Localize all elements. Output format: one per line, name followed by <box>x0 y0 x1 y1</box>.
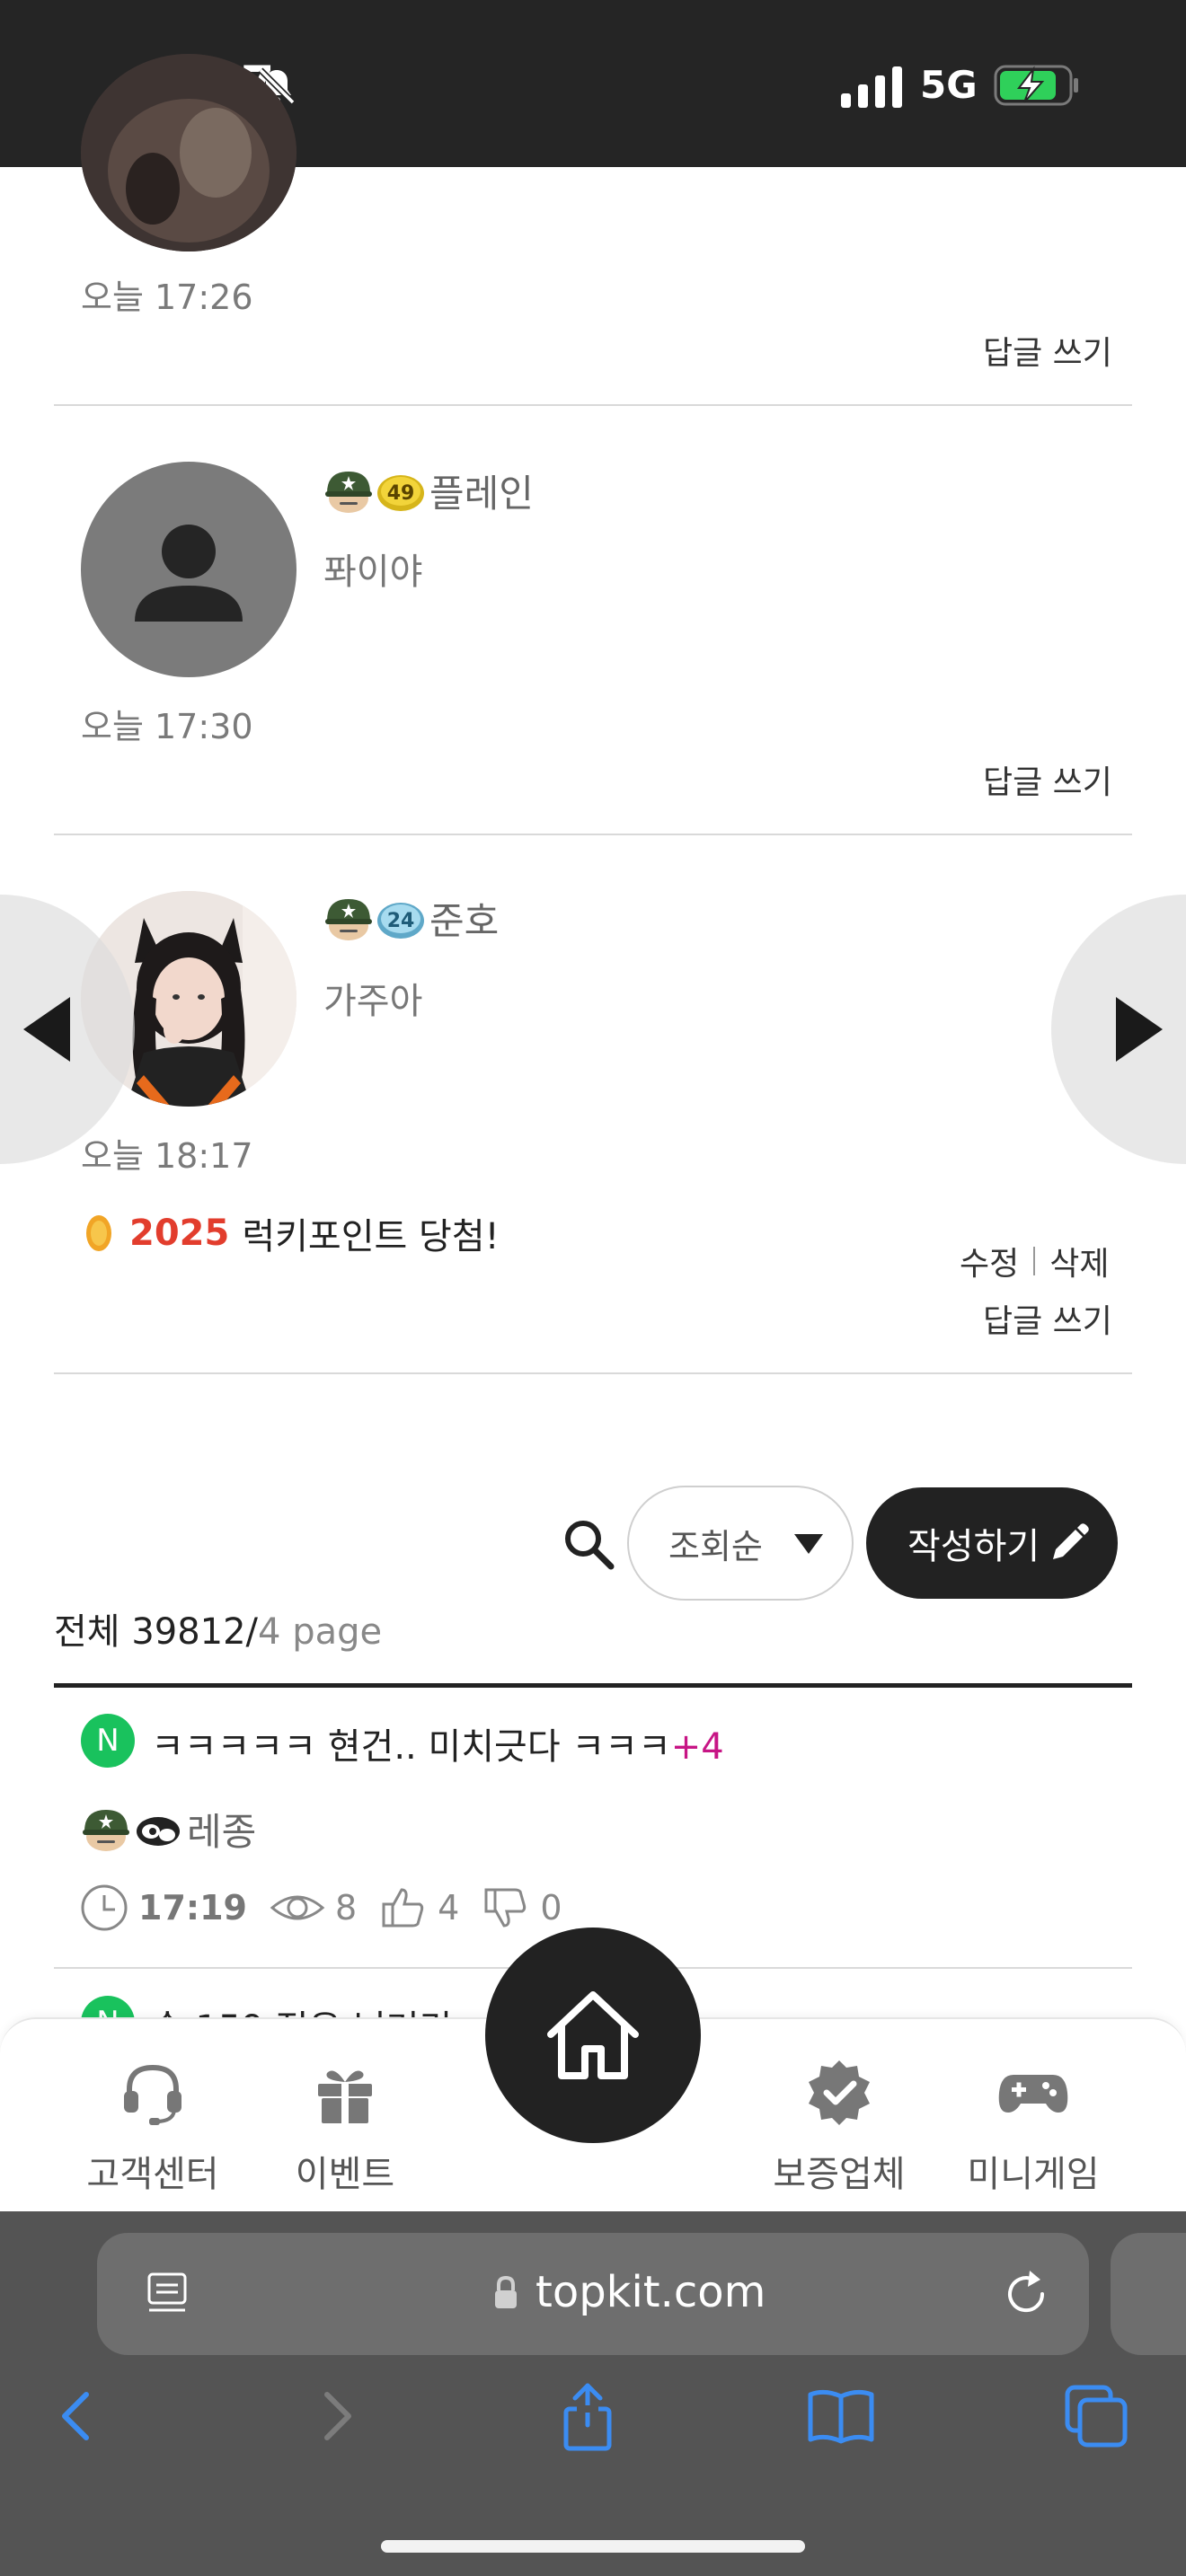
url-field[interactable]: topkit.com <box>97 2233 1089 2355</box>
level-badge-icon: 24 <box>377 902 424 939</box>
post-dislikes: 0 <box>481 1883 562 1933</box>
headset-icon <box>124 2064 181 2125</box>
lucky-text: 럭키포인트 당첨! <box>242 1216 500 1257</box>
coin-icon <box>86 1215 111 1251</box>
lucky-point-notice: 2025 럭키포인트 당첨! <box>83 1207 500 1259</box>
tab-minigame[interactable]: 미니게임 <box>952 2057 1114 2197</box>
browser-toolbar: topkit.com <box>0 2211 1186 2576</box>
edit-button[interactable]: 수정 <box>960 1238 1019 1284</box>
url-value: topkit.com <box>535 2267 766 2317</box>
reply-button[interactable]: 답글 쓰기 <box>983 327 1112 374</box>
reader-mode-icon[interactable] <box>144 2269 194 2319</box>
post-author: 레종 <box>81 1802 256 1857</box>
commenter-avatar <box>81 54 296 251</box>
page-label: 4 page <box>258 1611 383 1653</box>
back-icon[interactable] <box>38 2378 113 2454</box>
tab-event[interactable]: 이벤트 <box>264 2057 426 2197</box>
caret-down-icon <box>794 1534 823 1554</box>
sort-select[interactable]: 조회순 <box>627 1486 854 1601</box>
comment-time: 오늘 18:17 <box>81 1136 253 1176</box>
tab-label: 미니게임 <box>967 2154 1100 2195</box>
username[interactable]: 플레인 <box>429 463 534 518</box>
home-button[interactable] <box>485 1928 701 2143</box>
gamepad-icon <box>998 2075 1068 2113</box>
post-dislikes-value: 0 <box>540 1888 562 1928</box>
battery-charging-icon <box>994 65 1078 106</box>
army-helmet-icon <box>325 471 372 513</box>
svg-text:24: 24 <box>387 910 415 932</box>
svg-text:49: 49 <box>387 482 415 505</box>
level-badge-icon <box>137 1816 180 1846</box>
post-title-text[interactable]: ㅋㅋㅋㅋㅋ 현건.. 미치긋다 ㅋㅋㅋ <box>151 1726 671 1768</box>
tabs-icon[interactable] <box>1058 2378 1134 2454</box>
total-count: 전체 39812/4 page <box>54 1602 382 1654</box>
post-time: 17:19 <box>79 1883 247 1933</box>
gift-icon <box>318 2070 372 2123</box>
divider <box>54 404 1132 406</box>
bookmarks-icon[interactable] <box>803 2378 879 2454</box>
comment-time: 오늘 17:26 <box>81 278 253 317</box>
army-helmet-icon <box>325 898 372 940</box>
url-text[interactable]: topkit.com <box>492 2267 766 2317</box>
triangle-right-icon <box>1116 997 1163 1062</box>
comment-text: 퐈이야 <box>323 551 423 593</box>
comment-count: +4 <box>670 1726 724 1768</box>
post-title[interactable]: ㅋㅋㅋㅋㅋ 현건.. 미치긋다 ㅋㅋㅋ+4 <box>151 1717 724 1769</box>
thumbs-down-icon <box>484 1888 527 1928</box>
home-icon <box>547 1991 639 2079</box>
post-meta: 17:19 8 4 0 <box>79 1883 584 1933</box>
next-button[interactable] <box>1051 895 1186 1164</box>
triangle-left-icon <box>23 997 70 1062</box>
share-icon[interactable] <box>550 2378 625 2454</box>
search-icon[interactable] <box>561 1516 616 1572</box>
lock-icon <box>495 2275 517 2308</box>
eye-icon <box>270 1895 325 1920</box>
reload-icon[interactable] <box>997 2265 1055 2323</box>
separator <box>1033 1247 1036 1275</box>
write-button[interactable]: 작성하기 <box>866 1487 1118 1599</box>
username[interactable]: 레종 <box>187 1802 256 1857</box>
tab-label: 보증업체 <box>773 2154 906 2195</box>
signal-icon <box>841 66 902 108</box>
new-badge: N <box>81 1714 135 1768</box>
lucky-year: 2025 <box>129 1213 230 1254</box>
sort-select-label: 조회순 <box>668 1526 763 1566</box>
verified-badge-icon <box>809 2060 870 2125</box>
army-helmet-icon <box>83 1809 129 1851</box>
divider <box>54 834 1132 835</box>
network-label: 5G <box>920 63 978 107</box>
tab-label: 이벤트 <box>295 2154 395 2195</box>
write-button-label: 작성하기 <box>907 1526 1040 1567</box>
post-time-value: 17:19 <box>138 1888 247 1928</box>
clock-icon <box>81 1884 128 1931</box>
level-badge-icon: 49 <box>377 474 424 511</box>
comment-time: 오늘 17:30 <box>81 707 253 746</box>
post-views: 8 <box>269 1883 357 1933</box>
reply-button[interactable]: 답글 쓰기 <box>983 1295 1112 1342</box>
forward-icon[interactable] <box>300 2378 376 2454</box>
username[interactable]: 준호 <box>429 891 499 946</box>
tab-customer-center[interactable]: 고객센터 <box>72 2057 234 2197</box>
user-line: 24 준호 <box>323 891 499 946</box>
next-tab-preview[interactable] <box>1111 2233 1186 2355</box>
user-line: 49 플레인 <box>323 463 534 518</box>
board-divider <box>54 1683 1132 1688</box>
total-label: 전체 39812/ <box>54 1611 259 1653</box>
delete-button[interactable]: 삭제 <box>1049 1238 1109 1284</box>
post-likes-value: 4 <box>438 1888 460 1928</box>
reply-button[interactable]: 답글 쓰기 <box>983 756 1112 803</box>
post-likes: 4 <box>378 1883 459 1933</box>
post-views-value: 8 <box>334 1888 358 1928</box>
tab-label: 고객센터 <box>86 2154 219 2195</box>
thumbs-up-icon <box>382 1888 424 1928</box>
divider <box>54 1372 1132 1374</box>
home-indicator <box>381 2540 805 2553</box>
commenter-avatar <box>81 462 296 677</box>
edit-delete-row: 수정 삭제 <box>960 1238 1110 1284</box>
tab-verified[interactable]: 보증업체 <box>758 2057 920 2197</box>
comment-text: 가주아 <box>323 981 423 1022</box>
pencil-icon <box>1053 1523 1089 1559</box>
